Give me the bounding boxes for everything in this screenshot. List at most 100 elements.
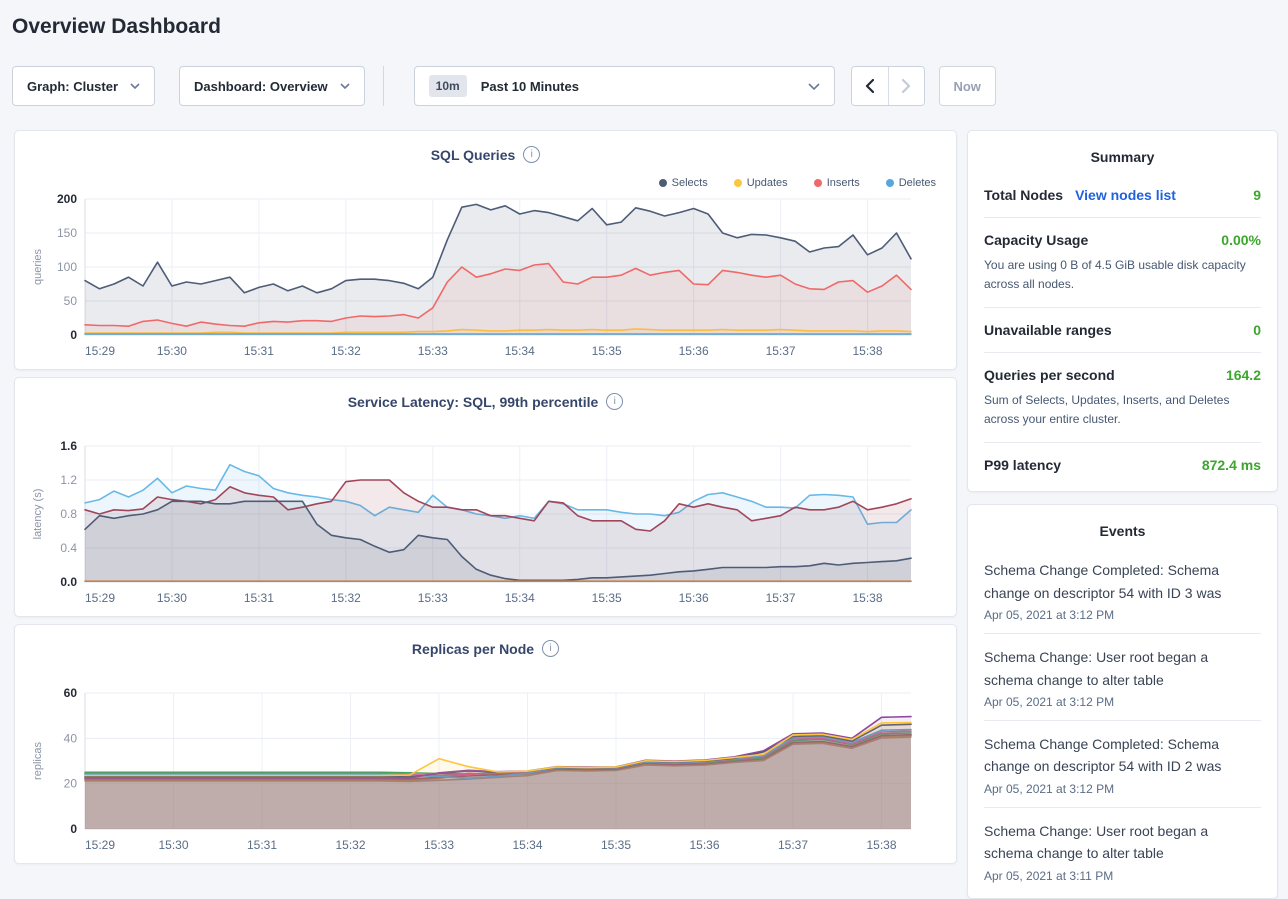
svg-text:15:35: 15:35 [592, 344, 622, 358]
event-text: Schema Change: User root began a schema … [984, 646, 1261, 691]
svg-text:15:38: 15:38 [866, 838, 896, 852]
info-icon[interactable]: i [523, 146, 540, 163]
svg-text:15:29: 15:29 [85, 344, 115, 358]
sidebar-column: Summary Total Nodes View nodes list 9 Ca… [967, 130, 1278, 899]
summary-value: 9 [1253, 187, 1261, 203]
summary-item: Total Nodes View nodes list 9 [984, 173, 1261, 217]
svg-text:15:32: 15:32 [331, 344, 361, 358]
legend-item-selects[interactable]: Selects [659, 177, 708, 189]
dashboard-dropdown-label: Dashboard: Overview [194, 79, 328, 94]
svg-text:60: 60 [64, 687, 78, 700]
event-item[interactable]: Schema Change Completed: Schema change o… [984, 547, 1261, 633]
svg-text:15:34: 15:34 [512, 838, 542, 852]
chart-panel-replicas-per-node: Replicas per Node i 020406015:2915:3015:… [14, 624, 957, 864]
event-item[interactable]: Schema Change Completed: Schema change o… [984, 720, 1261, 807]
summary-desc: Sum of Selects, Updates, Inserts, and De… [984, 391, 1261, 428]
legend-dot [814, 179, 822, 187]
svg-text:15:38: 15:38 [853, 591, 883, 605]
svg-text:15:30: 15:30 [157, 591, 187, 605]
summary-panel: Summary Total Nodes View nodes list 9 Ca… [967, 130, 1278, 492]
summary-label: Capacity Usage [984, 232, 1088, 248]
chart-panel-service-latency: Service Latency: SQL, 99th percentile i … [14, 377, 957, 617]
event-item[interactable]: Schema Change: User root began a schema … [984, 633, 1261, 720]
svg-text:15:29: 15:29 [85, 838, 115, 852]
chart-title: SQL Queries [431, 147, 516, 163]
overview-dashboard-page: Overview Dashboard Graph: Cluster Dashbo… [0, 15, 1288, 899]
legend-item-updates[interactable]: Updates [734, 177, 788, 189]
toolbar: Graph: Cluster Dashboard: Overview 10m P… [12, 66, 1276, 106]
event-item[interactable]: Schema Change: User root began a schema … [984, 807, 1261, 894]
svg-text:15:34: 15:34 [505, 344, 535, 358]
chevron-left-icon [865, 79, 874, 93]
event-items: Schema Change Completed: Schema change o… [984, 547, 1261, 893]
summary-value: 164.2 [1226, 367, 1261, 383]
now-button[interactable]: Now [939, 66, 996, 106]
chevron-down-icon [808, 83, 820, 90]
svg-text:15:30: 15:30 [157, 344, 187, 358]
chart-panel-sql-queries: SQL Queries i Selects Updates Inserts Delet… [14, 130, 957, 370]
summary-item: Queries per second 164.2 Sum of Selects,… [984, 352, 1261, 442]
summary-value: 0.00% [1221, 232, 1261, 248]
sql-queries-chart[interactable]: 05010015020015:2915:3015:3115:3215:3315:… [27, 193, 944, 365]
svg-text:15:30: 15:30 [158, 838, 188, 852]
svg-text:15:35: 15:35 [592, 591, 622, 605]
svg-text:15:31: 15:31 [244, 591, 274, 605]
replicas-per-node-chart[interactable]: 020406015:2915:3015:3115:3215:3315:3415:… [27, 687, 944, 859]
svg-text:latency (s): latency (s) [32, 489, 44, 540]
summary-item: P99 latency 872.4 ms [984, 442, 1261, 487]
chart-title: Replicas per Node [412, 641, 534, 657]
events-title: Events [984, 523, 1261, 539]
info-icon[interactable]: i [606, 393, 623, 410]
svg-text:0.0: 0.0 [60, 575, 77, 589]
svg-text:15:37: 15:37 [778, 838, 808, 852]
svg-text:15:35: 15:35 [601, 838, 631, 852]
main-content: SQL Queries i Selects Updates Inserts Delet… [14, 130, 1278, 899]
time-range-badge: 10m [429, 75, 467, 97]
svg-text:100: 100 [57, 260, 77, 274]
svg-text:200: 200 [57, 193, 77, 206]
event-text: Schema Change Completed: Schema change o… [984, 559, 1261, 604]
svg-text:15:34: 15:34 [505, 591, 535, 605]
svg-text:0.8: 0.8 [60, 507, 77, 521]
legend-dot [659, 179, 667, 187]
svg-text:15:31: 15:31 [244, 344, 274, 358]
svg-text:15:36: 15:36 [689, 838, 719, 852]
svg-text:15:31: 15:31 [247, 838, 277, 852]
legend-dot [734, 179, 742, 187]
toolbar-divider [383, 66, 384, 106]
svg-text:15:36: 15:36 [679, 344, 709, 358]
svg-text:1.6: 1.6 [60, 440, 77, 453]
summary-title: Summary [984, 149, 1261, 165]
svg-text:0: 0 [70, 328, 77, 342]
time-range-selector[interactable]: 10m Past 10 Minutes [414, 66, 835, 106]
legend-item-inserts[interactable]: Inserts [814, 177, 860, 189]
svg-text:15:36: 15:36 [679, 591, 709, 605]
page-title: Overview Dashboard [12, 15, 1288, 39]
summary-label: P99 latency [984, 457, 1061, 473]
summary-value: 0 [1253, 322, 1261, 338]
event-time: Apr 05, 2021 at 3:12 PM [984, 782, 1261, 796]
summary-items: Total Nodes View nodes list 9 Capacity U… [984, 173, 1261, 487]
time-prev-button[interactable] [852, 67, 888, 105]
chevron-down-icon [340, 83, 350, 89]
chevron-down-icon [130, 83, 140, 89]
view-nodes-link[interactable]: View nodes list [1075, 187, 1176, 203]
svg-text:15:33: 15:33 [418, 344, 448, 358]
legend-item-deletes[interactable]: Deletes [886, 177, 936, 189]
graph-dropdown[interactable]: Graph: Cluster [12, 66, 155, 106]
summary-item: Unavailable ranges 0 [984, 307, 1261, 352]
svg-text:15:37: 15:37 [766, 591, 796, 605]
svg-text:20: 20 [64, 777, 78, 791]
dashboard-dropdown[interactable]: Dashboard: Overview [179, 66, 365, 106]
event-text: Schema Change: User root began a schema … [984, 820, 1261, 865]
event-time: Apr 05, 2021 at 3:11 PM [984, 869, 1261, 883]
svg-text:40: 40 [64, 731, 78, 745]
summary-label: Queries per second [984, 367, 1115, 383]
svg-text:150: 150 [57, 226, 77, 240]
event-time: Apr 05, 2021 at 3:12 PM [984, 608, 1261, 622]
svg-text:15:29: 15:29 [85, 591, 115, 605]
time-next-button[interactable] [888, 67, 924, 105]
info-icon[interactable]: i [542, 640, 559, 657]
service-latency-chart[interactable]: 0.00.40.81.21.615:2915:3015:3115:3215:33… [27, 440, 944, 612]
chevron-right-icon [902, 79, 911, 93]
